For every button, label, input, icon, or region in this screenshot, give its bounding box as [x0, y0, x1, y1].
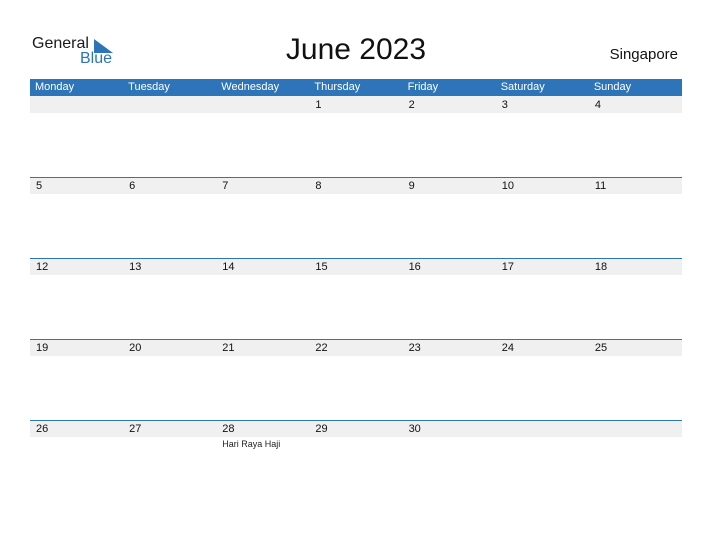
day-cell: 25 — [589, 339, 682, 420]
day-cell: 19 — [30, 339, 123, 420]
day-number: 25 — [594, 342, 608, 354]
day-cell: 4 — [589, 96, 682, 177]
weekday-monday: Monday — [35, 81, 75, 93]
day-number: 8 — [315, 180, 322, 192]
week-cells: 1 2 3 4 — [30, 96, 682, 177]
week-row: 1 2 3 4 — [30, 96, 682, 177]
day-number: 21 — [222, 342, 235, 354]
day-cell: 9 — [403, 177, 496, 258]
day-number: 30 — [408, 423, 421, 435]
weekday-tuesday: Tuesday — [128, 81, 170, 93]
day-number: 18 — [594, 261, 608, 273]
day-number: 19 — [36, 342, 49, 354]
day-number: 12 — [36, 261, 49, 273]
day-number: 29 — [315, 423, 328, 435]
day-cell: 1 — [309, 96, 402, 177]
day-cell: 22 — [309, 339, 402, 420]
day-cell: 2 — [403, 96, 496, 177]
day-number: 23 — [408, 342, 421, 354]
day-cell — [589, 420, 682, 501]
day-number: 13 — [129, 261, 142, 273]
weekday-wednesday: Wednesday — [221, 81, 280, 93]
day-number: 4 — [594, 99, 601, 111]
day-cell: 21 — [216, 339, 309, 420]
day-cell: 20 — [123, 339, 216, 420]
day-cell: 18 — [589, 258, 682, 339]
week-cells: 26 27 28 Hari Raya Haji 29 30 — [30, 420, 682, 501]
day-number: 1 — [315, 99, 322, 111]
day-cell — [216, 96, 309, 177]
day-cell: 3 — [496, 96, 589, 177]
day-number: 22 — [315, 342, 328, 354]
day-number: 14 — [222, 261, 235, 273]
weekday-saturday: Saturday — [500, 81, 545, 93]
day-number: 11 — [594, 180, 607, 192]
week-row: 12 13 14 15 16 17 18 — [30, 258, 682, 339]
day-number: 15 — [315, 261, 328, 273]
day-cell: 17 — [496, 258, 589, 339]
day-cell — [496, 420, 589, 501]
day-cell: 11 — [589, 177, 682, 258]
day-cell: 23 — [403, 339, 496, 420]
calendar-title: June 2023 — [285, 33, 427, 66]
day-number: 6 — [129, 180, 136, 192]
holiday-label: Hari Raya Haji — [222, 439, 281, 449]
day-cell: 10 — [496, 177, 589, 258]
day-number: 2 — [408, 99, 415, 111]
day-cell: 24 — [496, 339, 589, 420]
day-cell: 30 — [403, 420, 496, 501]
week-cells: 5 6 7 8 9 10 11 — [30, 177, 682, 258]
day-cell: 27 — [123, 420, 216, 501]
day-cell: 7 — [216, 177, 309, 258]
week-cells: 19 20 21 22 23 24 25 — [30, 339, 682, 420]
day-number: 10 — [501, 180, 514, 192]
day-cell: 15 — [309, 258, 402, 339]
day-number: 17 — [501, 261, 514, 273]
day-number: 28 — [222, 423, 235, 435]
day-number: 5 — [36, 180, 43, 192]
week-cells: 12 13 14 15 16 17 18 — [30, 258, 682, 339]
day-number: 24 — [501, 342, 514, 354]
week-row: 26 27 28 Hari Raya Haji 29 30 — [30, 420, 682, 501]
day-cell: 13 — [123, 258, 216, 339]
day-number: 26 — [36, 423, 49, 435]
day-cell: 8 — [309, 177, 402, 258]
country-label: Singapore — [609, 46, 678, 63]
weekday-sunday: Sunday — [593, 81, 632, 93]
day-cell: 6 — [123, 177, 216, 258]
weekday-friday: Friday — [407, 81, 439, 93]
day-cell: 12 — [30, 258, 123, 339]
day-cell: 14 — [216, 258, 309, 339]
day-cell: 5 — [30, 177, 123, 258]
weekday-header: Monday Tuesday Wednesday Thursday Friday… — [30, 79, 682, 96]
day-number: 27 — [129, 423, 142, 435]
day-cell: 29 — [309, 420, 402, 501]
weekday-thursday: Thursday — [314, 81, 361, 93]
day-cell: 26 — [30, 420, 123, 501]
week-row: 19 20 21 22 23 24 25 — [30, 339, 682, 420]
day-number: 16 — [408, 261, 421, 273]
week-row: 5 6 7 8 9 10 11 — [30, 177, 682, 258]
day-cell: 28 Hari Raya Haji — [216, 420, 309, 501]
day-number: 3 — [501, 99, 508, 111]
day-number: 20 — [129, 342, 142, 354]
day-cell — [123, 96, 216, 177]
day-number: 9 — [408, 180, 415, 192]
day-cell — [30, 96, 123, 177]
day-number: 7 — [222, 180, 229, 192]
day-cell: 16 — [403, 258, 496, 339]
